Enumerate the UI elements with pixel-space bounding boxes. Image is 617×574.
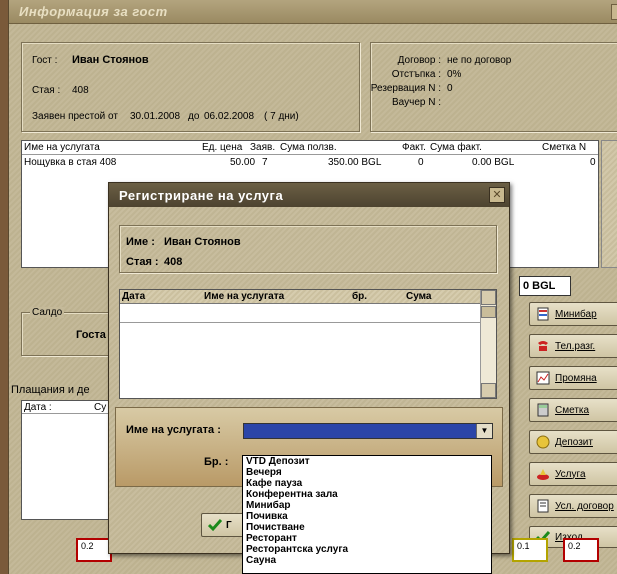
phone-calls-label: Тел.разг.	[555, 340, 596, 352]
col-service-name: Име на услугата	[24, 142, 100, 153]
invoice-button[interactable]: Сметка	[529, 398, 617, 422]
scroll-up-button[interactable]	[481, 290, 496, 305]
room-chip[interactable]: 0.2	[563, 538, 599, 562]
col-invoiced-sum: Сума факт.	[430, 142, 482, 153]
col-requested: Заяв.	[250, 142, 276, 153]
minibar-label: Минибар	[555, 308, 597, 320]
col-invoice-no: Сметка N	[542, 142, 587, 153]
change-button[interactable]: Промяна	[529, 366, 617, 390]
qty-label: Бр. :	[204, 456, 229, 468]
reservation-label: Резервация N :	[370, 83, 441, 94]
table-row[interactable]: Нощувка в стая 408 50.00 7 350.00 BGL 0 …	[22, 156, 598, 170]
room-chip[interactable]: 0.1	[512, 538, 548, 562]
calculator-icon	[537, 403, 549, 417]
dropdown-option[interactable]: Кафе пауза	[243, 478, 491, 489]
row-divider	[120, 322, 480, 323]
dialog-scrollbar[interactable]	[480, 290, 496, 398]
room-chip[interactable]: 0.2	[76, 538, 112, 562]
contract-value: не по договор	[447, 55, 512, 66]
service-button[interactable]: Услуга	[529, 462, 617, 486]
col-name: Име на услугата	[204, 291, 285, 302]
reservation-value: 0	[447, 83, 453, 94]
invoice-label: Сметка	[555, 404, 590, 416]
stay-to-label: до	[188, 111, 200, 122]
chevron-down-icon[interactable]: ▼	[476, 424, 492, 438]
scroll-thumb[interactable]	[481, 306, 496, 318]
dialog-room-value: 408	[164, 256, 183, 268]
minibar-icon	[537, 307, 549, 321]
dropdown-option[interactable]: Ресторантска услуга	[243, 544, 491, 555]
contract-label: Договор :	[397, 55, 441, 66]
close-icon[interactable]: ✕	[489, 187, 505, 203]
service-label: Услуга	[555, 468, 586, 480]
contract-panel: Договор : не по договор Отстъпка : 0% Ре…	[370, 42, 617, 132]
saldo-title: Салдо	[30, 307, 65, 318]
discount-value: 0%	[447, 69, 462, 80]
col-qty: бр.	[352, 291, 368, 302]
service-dropdown-list[interactable]: VTD Депозит Вечеря Кафе пауза Конферентн…	[242, 455, 492, 574]
col-used-sum: Сума ползв.	[280, 142, 337, 153]
voucher-label: Ваучер N :	[391, 97, 441, 108]
dropdown-option[interactable]: Сауна	[243, 555, 491, 566]
stay-to: 06.02.2008	[204, 111, 255, 122]
dialog-table-header: Дата Име на услугата бр. Сума	[120, 290, 480, 304]
contract-icon	[537, 499, 549, 513]
change-label: Промяна	[555, 372, 597, 384]
stay-from: 30.01.2008	[130, 111, 181, 122]
contract-service-button[interactable]: Усл. договор	[529, 494, 617, 518]
dropdown-option[interactable]: Почивка	[243, 511, 491, 522]
service-field-label: Име на услугата :	[126, 424, 221, 436]
dialog-name-value: Иван Стоянов	[164, 236, 241, 248]
service-icon	[537, 469, 549, 480]
deposit-label: Депозит	[555, 436, 593, 448]
deposit-button[interactable]: Депозит	[529, 430, 617, 454]
dialog-guest-info: Име : Иван Стоянов Стая : 408	[119, 225, 497, 273]
discount-label: Отстъпка :	[391, 69, 441, 80]
dialog-room-label: Стая :	[126, 256, 159, 268]
dialog-name-label: Име :	[126, 236, 155, 248]
checkmark-icon	[208, 519, 222, 532]
coin-icon	[536, 435, 550, 449]
dropdown-option[interactable]: Ресторант	[243, 533, 491, 544]
dropdown-option[interactable]: Вечеря	[243, 467, 491, 478]
dropdown-option[interactable]: Почистване	[243, 522, 491, 533]
service-select[interactable]: ▼	[243, 423, 493, 439]
col-invoiced: Факт.	[402, 142, 426, 153]
payments-title: Плащания и де	[11, 384, 90, 396]
dropdown-option[interactable]: Конферентна зала	[243, 489, 491, 500]
room-value: 408	[72, 85, 89, 96]
total-amount: 0 BGL	[519, 276, 571, 296]
dialog-services-table[interactable]: Дата Име на услугата бр. Сума	[119, 289, 497, 399]
dropdown-option[interactable]: VTD Депозит	[243, 456, 491, 467]
col-date: Дата	[122, 291, 146, 302]
scroll-down-button[interactable]	[481, 383, 496, 398]
stay-label: Заявен престой от	[32, 111, 118, 122]
stay-days: ( 7 дни)	[264, 111, 299, 122]
phone-calls-button[interactable]: Тел.разг.	[529, 334, 617, 358]
guest-name: Иван Стоянов	[72, 54, 149, 66]
ok-label: Г	[226, 519, 232, 531]
close-icon[interactable]	[611, 4, 617, 20]
minibar-button[interactable]: Минибар	[529, 302, 617, 326]
saldo-guest-label: Госта	[76, 329, 106, 341]
dialog-title: Регистриране на услуга	[109, 183, 509, 207]
services-table-header: Име на услугата Ед. цена Заяв. Сума полз…	[22, 141, 598, 155]
col-unit-price: Ед. цена	[202, 142, 243, 153]
dropdown-option[interactable]: Минибар	[243, 500, 491, 511]
services-scrollbar[interactable]	[601, 140, 617, 268]
window-title: Информация за гост	[9, 0, 617, 24]
col-sum: Сума	[406, 291, 432, 302]
guest-label: Гост :	[32, 55, 58, 66]
contract-service-label: Усл. договор	[555, 500, 614, 512]
col-pay-date: Дата :	[24, 402, 52, 413]
phone-icon	[538, 341, 548, 351]
room-label: Стая :	[32, 85, 61, 96]
guest-info-panel: Гост : Иван Стоянов Стая : 408 Заявен пр…	[21, 42, 360, 132]
chart-icon	[536, 371, 550, 385]
col-pay-sum: Су	[94, 402, 107, 413]
